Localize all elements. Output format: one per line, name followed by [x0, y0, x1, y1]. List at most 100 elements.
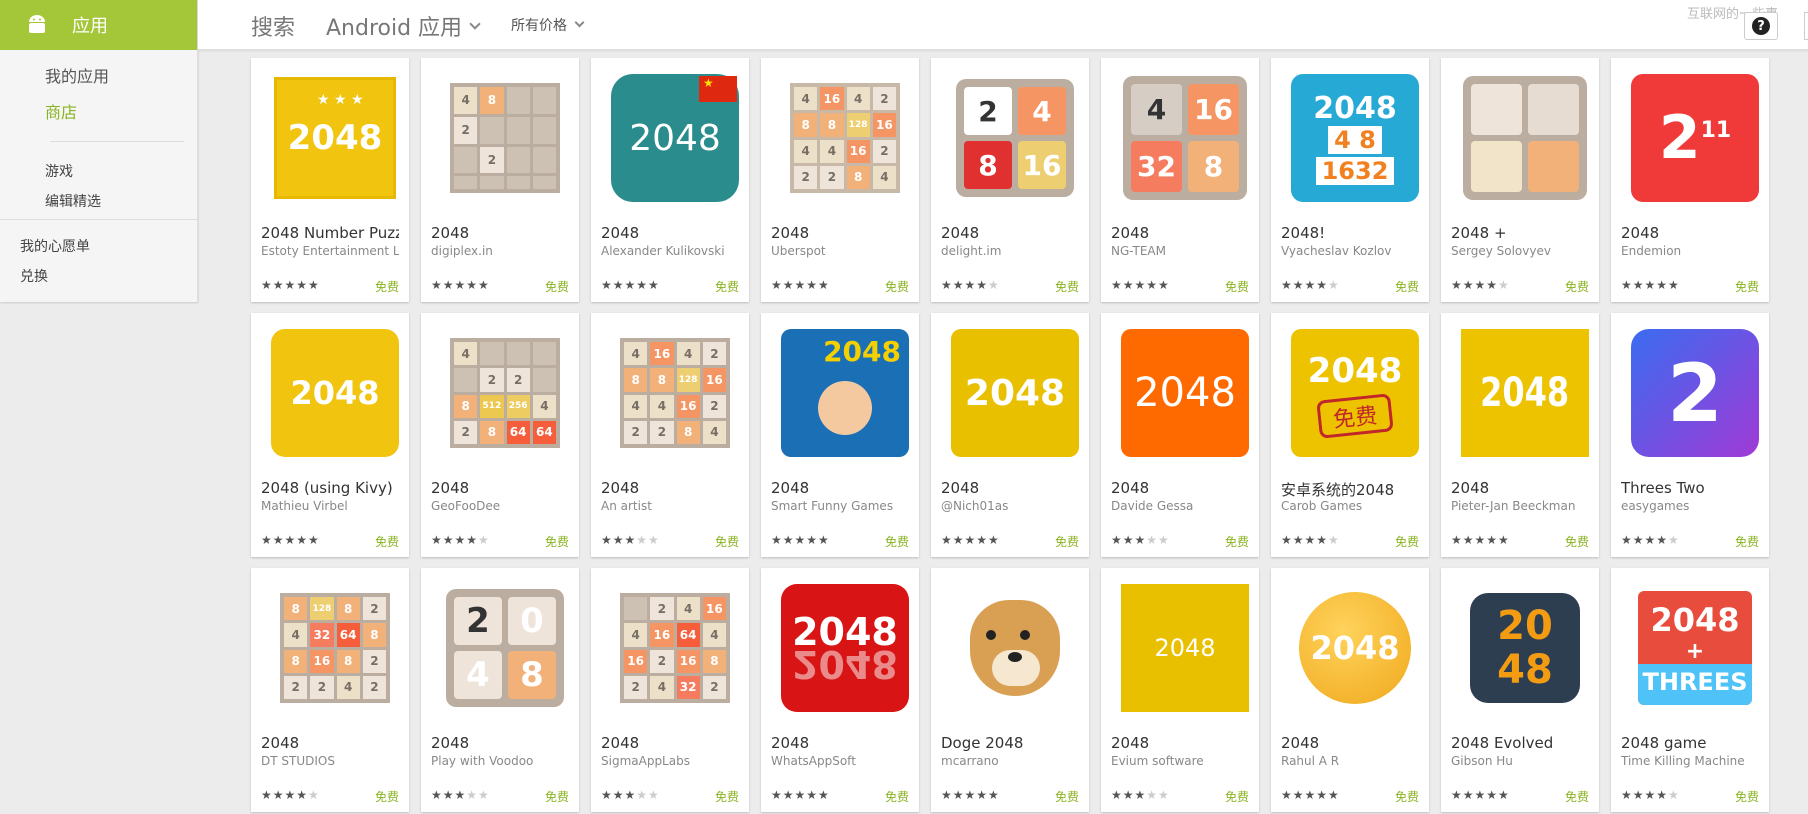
2048-blue-tiles-icon[interactable]: 2048 4 8 1632 [1291, 74, 1419, 202]
app-title[interactable]: Doge 2048 [941, 734, 1079, 752]
price-button[interactable]: 免费 [1055, 533, 1079, 550]
2048-plain-tiles-icon[interactable] [1461, 74, 1589, 202]
app-developer[interactable]: Sergey Solovyev [1451, 244, 1589, 258]
app-developer[interactable]: Carob Games [1281, 499, 1419, 513]
app-card[interactable]: 2048 2048 Pieter-Jan Beeckman ★★★★★ 免费 [1441, 313, 1599, 557]
2048-yellow-thin-icon[interactable]: 2048 [1121, 584, 1249, 712]
app-title[interactable]: 2048 [1621, 224, 1759, 242]
app-developer[interactable]: Davide Gessa [1111, 499, 1249, 513]
price-button[interactable]: 免费 [885, 278, 909, 295]
2048-board-numbers-icon[interactable]: 4 16 4 2 8 8 128 16 4 4 16 2 2 2 8 4 [611, 329, 739, 457]
app-card[interactable]: 2 4 8 16 2048 delight.im ★★★★★ 免费 [931, 58, 1089, 302]
price-button[interactable]: 免费 [1735, 533, 1759, 550]
sidebar-item-games[interactable]: 游戏 [45, 161, 73, 181]
app-title[interactable]: 2048! [1281, 224, 1419, 242]
app-card[interactable]: 2048 2048 Rahul A R ★★★★★ 免费 [1271, 568, 1429, 812]
app-developer[interactable]: GeoFooDee [431, 499, 569, 513]
app-title[interactable]: 2048 [1111, 734, 1249, 752]
app-title[interactable]: 2048 [941, 224, 1079, 242]
price-button[interactable]: 免费 [885, 788, 909, 805]
2048-board-numbers-icon[interactable]: 4 16 4 2 8 8 128 16 4 4 16 2 2 2 8 4 [781, 74, 909, 202]
app-title[interactable]: 2048 [601, 479, 739, 497]
app-card[interactable]: 2048 4 8 1632 2048! Vyacheslav Kozlov ★★★★★ 免费 [1271, 58, 1429, 302]
price-filter-dropdown[interactable]: 所有价格 [511, 15, 585, 35]
app-card[interactable]: 2 Threes Two easygames ★★★★★ 免费 [1611, 313, 1769, 557]
app-card[interactable]: 4 2 2 8 512 256 4 2 8 64 64 2048 GeoFooDee ★★★★★ 免费 [421, 313, 579, 557]
app-developer[interactable]: Play with Voodoo [431, 754, 569, 768]
app-card[interactable]: 2 4 16 4 16 64 4 16 2 16 8 2 4 32 2 2048 SigmaAppLabs ★★★… [591, 568, 749, 812]
app-developer[interactable]: Rahul A R [1281, 754, 1419, 768]
price-button[interactable]: 免费 [885, 533, 909, 550]
threes-two-icon[interactable]: 2 [1631, 329, 1759, 457]
app-developer[interactable]: WhatsAppSoft [771, 754, 909, 768]
price-button[interactable]: 免费 [545, 788, 569, 805]
app-developer[interactable]: Vyacheslav Kozlov [1281, 244, 1419, 258]
app-title[interactable]: 2048 [431, 479, 569, 497]
price-button[interactable]: 免费 [375, 278, 399, 295]
price-button[interactable]: 免费 [715, 533, 739, 550]
app-developer[interactable]: mcarrano [941, 754, 1079, 768]
price-button[interactable]: 免费 [1735, 788, 1759, 805]
2048-threes-icon[interactable]: 2048 + THREES [1631, 584, 1759, 712]
2048-teal-china-icon[interactable]: 2048 ★ [611, 74, 739, 202]
2048-star-yellow-icon[interactable]: 2048 ★ ★ ★ [271, 74, 399, 202]
app-title[interactable]: 2048 [1111, 224, 1249, 242]
app-title[interactable]: 2048 + [1451, 224, 1589, 242]
doge-icon[interactable] [951, 584, 1079, 712]
2048-yellow-circle-icon[interactable]: 2048 [1291, 584, 1419, 712]
2048-board-numbers-icon[interactable]: 2 4 16 4 16 64 4 16 2 16 8 2 4 32 2 [611, 584, 739, 712]
app-card[interactable]: 2 0 4 8 2048 Play with Voodoo ★★★★★ 免费 [421, 568, 579, 812]
2048-four-tiles-icon[interactable]: 2 4 8 16 [951, 74, 1079, 202]
2048-device-tiles-icon[interactable]: 4 16 32 8 [1121, 74, 1249, 202]
price-button[interactable]: 免费 [1565, 278, 1589, 295]
app-title[interactable]: Threes Two [1621, 479, 1759, 497]
sidebar-item-redeem[interactable]: 兑换 [20, 266, 48, 286]
app-card[interactable]: 2048 2048 Evium software ★★★★★ 免费 [1101, 568, 1259, 812]
app-card[interactable]: 2048 2048 Davide Gessa ★★★★★ 免费 [1101, 313, 1259, 557]
category-dropdown[interactable]: Android 应用 [326, 10, 481, 42]
app-card[interactable]: 2048 2048 Smart Funny Games ★★★★★ 免费 [761, 313, 919, 557]
app-title[interactable]: 2048 Evolved [1451, 734, 1589, 752]
2048-red-mirror-icon[interactable]: 2048 2048 [781, 584, 909, 712]
app-title[interactable]: 2048 [431, 224, 569, 242]
app-card[interactable]: Doge 2048 mcarrano ★★★★★ 免费 [931, 568, 1089, 812]
help-button[interactable]: ? [1744, 12, 1778, 40]
2048-red-power-icon[interactable]: 211 [1631, 74, 1759, 202]
app-developer[interactable]: SigmaAppLabs [601, 754, 739, 768]
app-developer[interactable]: Gibson Hu [1451, 754, 1589, 768]
sidebar-item-wishlist[interactable]: 我的心愿单 [20, 236, 90, 256]
sidebar-item-editors-choice[interactable]: 编辑精选 [45, 191, 101, 211]
app-developer[interactable]: Time Killing Machine [1621, 754, 1759, 768]
app-title[interactable]: 2048 [261, 734, 399, 752]
app-developer[interactable]: Endemion [1621, 244, 1759, 258]
app-card[interactable]: 20 48 2048 Evolved Gibson Hu ★★★★★ 免费 [1441, 568, 1599, 812]
2048-free-stamp-icon[interactable]: 2048 免费 [1291, 329, 1419, 457]
app-developer[interactable]: Pieter-Jan Beeckman [1451, 499, 1589, 513]
app-title[interactable]: 2048 [771, 734, 909, 752]
app-title[interactable]: 2048 game [1621, 734, 1759, 752]
edge-button[interactable] [1804, 12, 1808, 40]
app-card[interactable]: 2048 2048 @Nich01as ★★★★★ 免费 [931, 313, 1089, 557]
price-button[interactable]: 免费 [1225, 533, 1249, 550]
app-developer[interactable]: DT STUDIOS [261, 754, 399, 768]
app-card[interactable]: 2048 2048 2048 WhatsAppSoft ★★★★★ 免费 [761, 568, 919, 812]
app-title[interactable]: 安卓系统的2048 [1281, 479, 1419, 500]
price-button[interactable]: 免费 [1395, 278, 1419, 295]
search-link[interactable]: 搜索 [251, 10, 295, 42]
sidebar-item-store[interactable]: 商店 [45, 99, 77, 123]
price-button[interactable]: 免费 [545, 533, 569, 550]
app-title[interactable]: 2048 [1281, 734, 1419, 752]
2048-yellow-icon[interactable]: 2048 [951, 329, 1079, 457]
app-card[interactable]: 2048 免费 安卓系统的2048 Carob Games ★★★★★ 免费 [1271, 313, 1429, 557]
app-card[interactable]: 4 8 2 2 2048 digiplex.in ★★★★★ 免费 [421, 58, 579, 302]
price-button[interactable]: 免费 [1735, 278, 1759, 295]
app-title[interactable]: 2048 [431, 734, 569, 752]
price-button[interactable]: 免费 [1565, 788, 1589, 805]
price-button[interactable]: 免费 [715, 278, 739, 295]
price-button[interactable]: 免费 [1565, 533, 1589, 550]
app-developer[interactable]: Uberspot [771, 244, 909, 258]
app-developer[interactable]: @Nich01as [941, 499, 1079, 513]
app-card[interactable]: 4 16 4 2 8 8 128 16 4 4 16 2 2 2 8 4 2048 An artist ★★★★★ 免… [591, 313, 749, 557]
app-card[interactable]: 2048★ ★ ★ 2048 Number Puzzle Estoty Entert… [251, 58, 409, 302]
app-developer[interactable]: Mathieu Virbel [261, 499, 399, 513]
